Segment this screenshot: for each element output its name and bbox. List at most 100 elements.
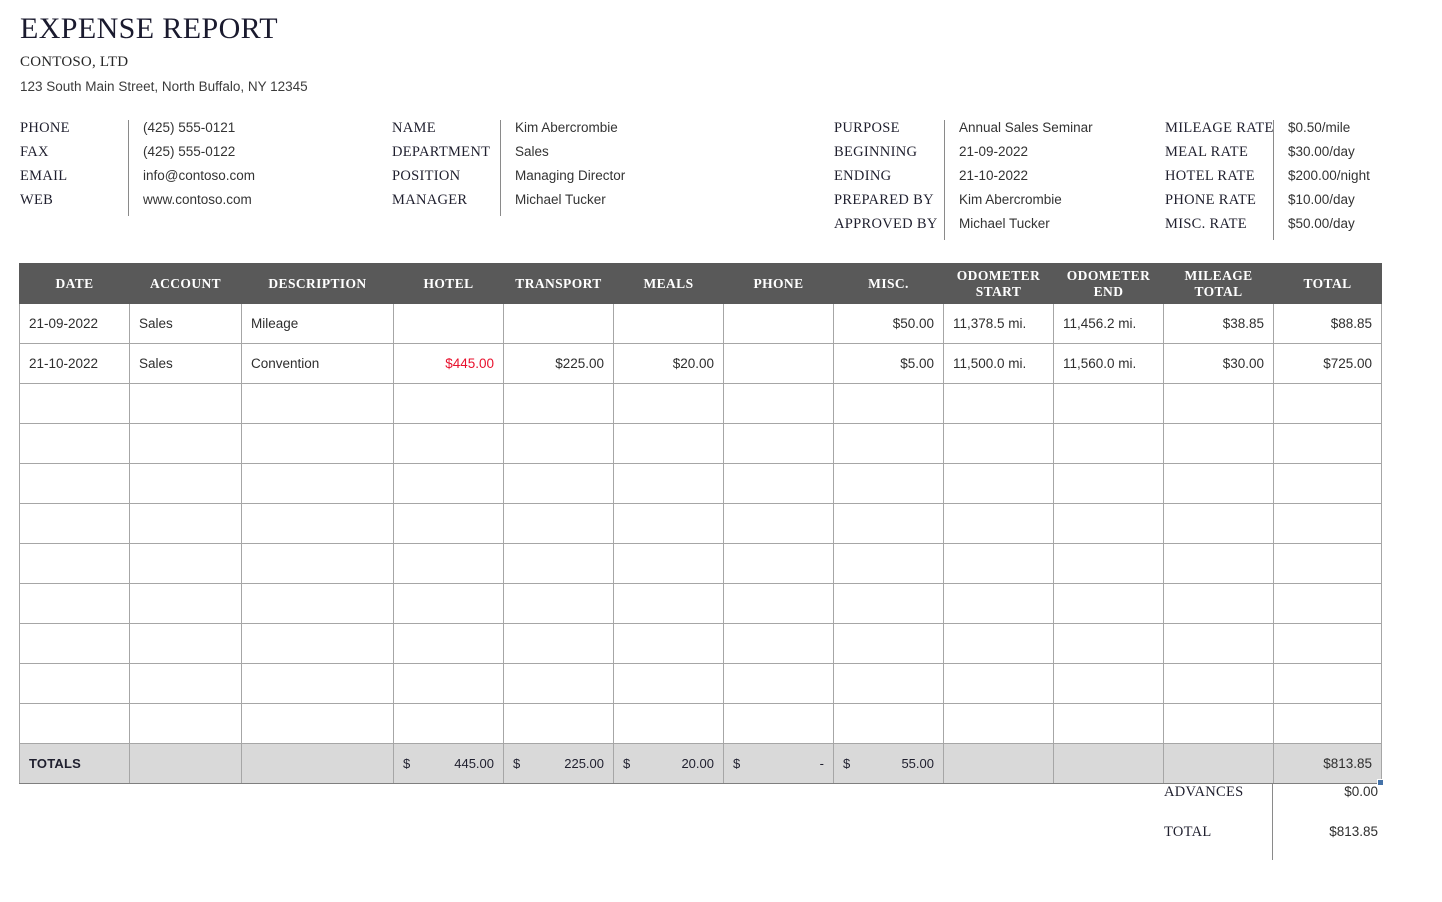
cell-empty[interactable] [129,503,242,544]
cell-empty[interactable] [723,383,834,424]
cell-empty[interactable] [19,703,130,744]
cell-empty[interactable] [1053,383,1164,424]
cell-empty[interactable] [833,623,944,664]
cell-empty[interactable] [1053,463,1164,504]
cell-empty[interactable] [1163,383,1274,424]
totals-meals[interactable]: $20.00 [613,743,724,784]
cell-empty[interactable] [1163,503,1274,544]
cell-account[interactable]: Sales [129,343,242,384]
cell-empty[interactable] [1053,543,1164,584]
cell-empty[interactable] [1163,423,1274,464]
cell-empty[interactable] [129,423,242,464]
column-header-date[interactable]: DATE [19,263,130,304]
cell-meals[interactable]: $20.00 [613,343,724,384]
cell-mileage-total[interactable]: $38.85 [1163,303,1274,344]
cell-empty[interactable] [129,583,242,624]
cell-misc[interactable]: $5.00 [833,343,944,384]
cell-empty[interactable] [19,383,130,424]
totals-hotel[interactable]: $445.00 [393,743,504,784]
cell-date[interactable]: 21-10-2022 [19,343,130,384]
cell-empty[interactable] [1273,703,1382,744]
cell-empty[interactable] [943,663,1054,704]
column-header-transport[interactable]: TRANSPORT [503,263,614,304]
cell-empty[interactable] [393,503,504,544]
cell-empty[interactable] [19,663,130,704]
cell-empty[interactable] [1163,703,1274,744]
column-header-odometer-start[interactable]: ODOMETER START [943,263,1054,304]
cell-empty[interactable] [613,663,724,704]
cell-total[interactable]: $725.00 [1273,343,1382,384]
cell-empty[interactable] [1273,623,1382,664]
cell-description[interactable]: Mileage [241,303,394,344]
cell-empty[interactable] [723,583,834,624]
cell-empty[interactable] [943,583,1054,624]
cell-empty[interactable] [1053,423,1164,464]
cell-empty[interactable] [723,463,834,504]
cell-empty[interactable] [1273,383,1382,424]
cell-phone[interactable] [723,343,834,384]
cell-empty[interactable] [833,703,944,744]
cell-empty[interactable] [503,383,614,424]
cell-empty[interactable] [503,503,614,544]
cell-empty[interactable] [503,543,614,584]
cell-meals[interactable] [613,303,724,344]
cell-empty[interactable] [1273,663,1382,704]
cell-transport[interactable] [503,303,614,344]
cell-empty[interactable] [19,463,130,504]
cell-empty[interactable] [393,663,504,704]
cell-empty[interactable] [613,583,724,624]
cell-empty[interactable] [723,703,834,744]
totals-phone[interactable]: $ - [723,743,834,784]
cell-empty[interactable] [943,423,1054,464]
cell-empty[interactable] [1273,463,1382,504]
cell-empty[interactable] [943,503,1054,544]
cell-hotel[interactable] [393,303,504,344]
cell-empty[interactable] [943,623,1054,664]
cell-empty[interactable] [129,543,242,584]
cell-empty[interactable] [943,463,1054,504]
cell-empty[interactable] [1053,583,1164,624]
column-header-phone[interactable]: PHONE [723,263,834,304]
cell-empty[interactable] [393,703,504,744]
cell-empty[interactable] [943,383,1054,424]
cell-empty[interactable] [1053,503,1164,544]
cell-empty[interactable] [723,663,834,704]
cell-phone[interactable] [723,303,834,344]
cell-empty[interactable] [1053,623,1164,664]
cell-empty[interactable] [393,583,504,624]
cell-empty[interactable] [129,463,242,504]
cell-date[interactable]: 21-09-2022 [19,303,130,344]
cell-empty[interactable] [241,703,394,744]
cell-empty[interactable] [833,383,944,424]
cell-empty[interactable] [19,423,130,464]
cell-empty[interactable] [241,543,394,584]
cell-empty[interactable] [943,703,1054,744]
cell-empty[interactable] [503,463,614,504]
cell-empty[interactable] [723,503,834,544]
cell-misc[interactable]: $50.00 [833,303,944,344]
cell-empty[interactable] [723,623,834,664]
cell-empty[interactable] [129,623,242,664]
totals-grand-total[interactable]: $813.85 [1273,743,1384,786]
cell-empty[interactable] [241,623,394,664]
cell-empty[interactable] [1273,543,1382,584]
column-header-description[interactable]: DESCRIPTION [241,263,394,304]
cell-odometer-end[interactable]: 11,456.2 mi. [1053,303,1164,344]
cell-empty[interactable] [1163,623,1274,664]
cell-empty[interactable] [19,623,130,664]
cell-empty[interactable] [723,543,834,584]
cell-empty[interactable] [393,383,504,424]
cell-empty[interactable] [943,543,1054,584]
column-header-hotel[interactable]: HOTEL [393,263,504,304]
cell-empty[interactable] [833,583,944,624]
cell-empty[interactable] [1163,663,1274,704]
cell-description[interactable]: Convention [241,343,394,384]
cell-empty[interactable] [1273,423,1382,464]
cell-empty[interactable] [393,463,504,504]
cell-empty[interactable] [723,423,834,464]
cell-empty[interactable] [613,703,724,744]
column-header-meals[interactable]: MEALS [613,263,724,304]
cell-empty[interactable] [833,503,944,544]
cell-empty[interactable] [1163,583,1274,624]
cell-empty[interactable] [393,543,504,584]
